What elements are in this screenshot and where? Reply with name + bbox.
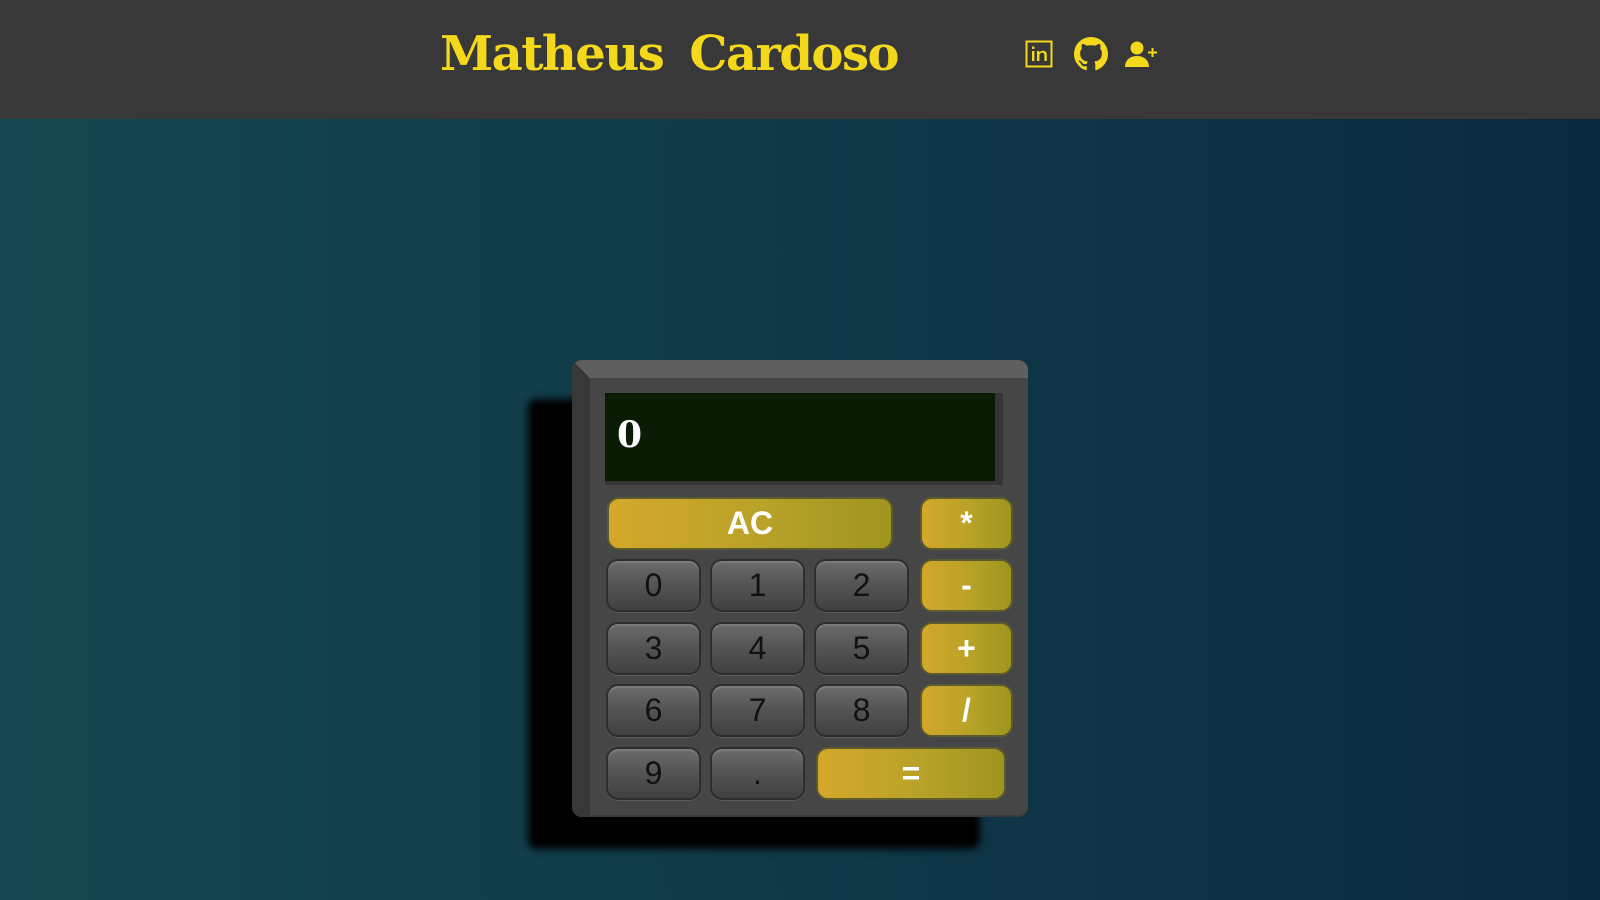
calculator-top-bevel — [572, 360, 1028, 378]
top-navbar: Matheus Cardoso — [0, 0, 1600, 119]
digit-1-button[interactable]: 1 — [710, 559, 805, 612]
add-button[interactable]: + — [920, 622, 1013, 675]
site-title-first-name: Matheus — [440, 26, 665, 82]
multiply-button[interactable]: * — [920, 497, 1013, 550]
add-user-icon — [1125, 41, 1157, 67]
site-title: Matheus Cardoso — [440, 24, 899, 84]
calculator-display: 0 — [605, 393, 1003, 485]
clear-button[interactable]: AC — [607, 497, 893, 550]
decimal-button[interactable]: . — [710, 747, 805, 800]
digit-6-button[interactable]: 6 — [606, 684, 701, 737]
digit-8-button[interactable]: 8 — [814, 684, 909, 737]
digit-3-button[interactable]: 3 — [606, 622, 701, 675]
divide-button[interactable]: / — [920, 684, 1013, 737]
digit-0-button[interactable]: 0 — [606, 559, 701, 612]
digit-9-button[interactable]: 9 — [606, 747, 701, 800]
digit-4-button[interactable]: 4 — [710, 622, 805, 675]
add-user-link[interactable] — [1122, 34, 1162, 74]
equals-button[interactable]: = — [816, 747, 1006, 800]
github-icon — [1074, 37, 1108, 71]
subtract-button[interactable]: - — [920, 559, 1013, 612]
digit-7-button[interactable]: 7 — [710, 684, 805, 737]
digit-5-button[interactable]: 5 — [814, 622, 909, 675]
site-title-last-name: Cardoso — [689, 26, 899, 82]
linkedin-icon — [1025, 40, 1053, 68]
calculator-left-bevel — [572, 360, 590, 817]
display-value: 0 — [617, 414, 643, 456]
github-link[interactable] — [1071, 34, 1111, 74]
linkedin-link[interactable] — [1019, 34, 1059, 74]
digit-2-button[interactable]: 2 — [814, 559, 909, 612]
calculator: 0 AC * 0 1 2 - 3 4 5 + 6 7 8 / 9 . = — [572, 360, 1028, 817]
